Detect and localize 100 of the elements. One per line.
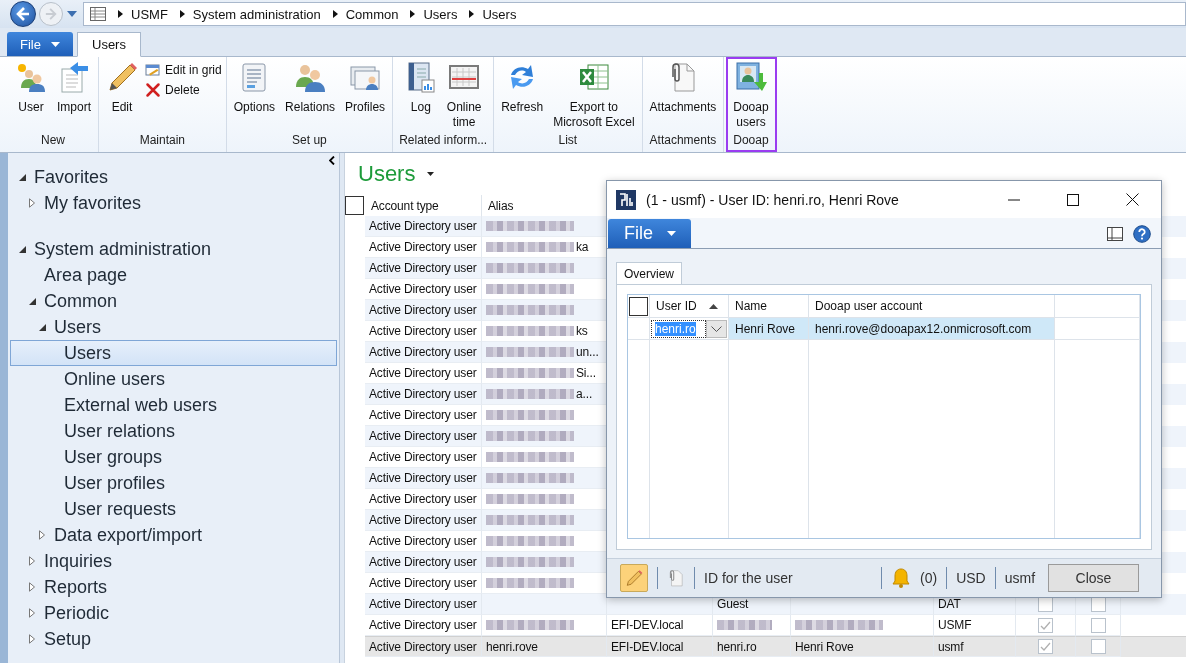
group-label: Set up bbox=[291, 133, 328, 149]
table-cell: Active Directory user bbox=[369, 513, 477, 527]
select-all-checkbox[interactable] bbox=[629, 296, 648, 316]
breadcrumb-link[interactable]: System administration bbox=[192, 6, 321, 22]
group-label: Dooap bbox=[732, 133, 770, 149]
back-button[interactable] bbox=[10, 1, 36, 27]
dropdown-icon[interactable] bbox=[67, 11, 77, 17]
separator-icon bbox=[179, 10, 185, 18]
address-bar[interactable]: USMF System administration Common Users Users bbox=[83, 2, 1186, 26]
tree-item[interactable]: My favorites bbox=[10, 190, 337, 216]
tree-item[interactable]: Common bbox=[10, 288, 337, 314]
ribbon-button[interactable]: Import bbox=[54, 60, 94, 133]
breadcrumb-link[interactable]: Common bbox=[345, 6, 399, 22]
table-cell: Active Directory user bbox=[369, 324, 477, 338]
currency-label: USD bbox=[956, 570, 986, 586]
attachment-icon[interactable] bbox=[667, 567, 685, 589]
tree-item[interactable]: User groups bbox=[10, 444, 337, 470]
table-cell: Si... bbox=[576, 366, 596, 380]
checkbox[interactable] bbox=[1090, 617, 1106, 633]
table-cell: Active Directory user bbox=[369, 639, 477, 654]
group-label: Related inform... bbox=[398, 133, 489, 149]
select-all-checkbox[interactable] bbox=[345, 196, 364, 215]
tree-item[interactable]: External web users bbox=[10, 392, 337, 418]
group-label: Maintain bbox=[138, 133, 187, 149]
close-button[interactable]: Close bbox=[1048, 564, 1139, 592]
selected-row[interactable]: Active Directory user henri.rove EFI-DEV.local henri.ro Henri Rove usmf bbox=[345, 636, 1186, 657]
separator-icon bbox=[118, 10, 123, 18]
table-cell: ks bbox=[576, 324, 588, 338]
table-cell: Active Directory user bbox=[369, 492, 477, 506]
column-header[interactable]: Dooap user account bbox=[815, 299, 923, 313]
table-cell: EFI-DEV.local bbox=[611, 639, 684, 654]
column-header[interactable]: Name bbox=[735, 299, 767, 313]
ribbon-button[interactable]: Export to Microsoft Excel bbox=[550, 60, 638, 133]
file-menu-button[interactable]: File bbox=[608, 219, 691, 248]
ribbon-button[interactable]: Delete bbox=[145, 82, 222, 98]
table-cell: henri.rove@dooapax12.onmicrosoft.com bbox=[815, 321, 1032, 336]
column-header[interactable]: Account type bbox=[371, 198, 439, 213]
tree-item[interactable]: System administration bbox=[10, 236, 337, 262]
ribbon-button[interactable]: Relations bbox=[282, 60, 339, 133]
caret-icon bbox=[711, 325, 722, 332]
tree-item[interactable]: User relations bbox=[10, 418, 337, 444]
ribbon-button[interactable]: Edit in grid bbox=[145, 62, 222, 78]
table-cell: Active Directory user bbox=[369, 555, 477, 569]
left-arrow-icon bbox=[16, 7, 30, 21]
tab[interactable]: Overview bbox=[616, 262, 682, 284]
checkbox[interactable] bbox=[1038, 639, 1053, 654]
delete-icon bbox=[145, 82, 161, 98]
caret-icon[interactable] bbox=[427, 172, 435, 176]
app-icon bbox=[616, 189, 636, 210]
tree-item[interactable]: Favorites bbox=[10, 164, 337, 190]
tree-item[interactable]: Area page bbox=[10, 262, 337, 288]
help-icon[interactable] bbox=[1133, 225, 1151, 243]
notification-count[interactable]: (0) bbox=[920, 570, 938, 586]
tree-item[interactable]: Inquiries bbox=[10, 548, 337, 574]
grid-icon bbox=[90, 7, 106, 21]
ribbon-button[interactable]: User bbox=[12, 60, 50, 133]
ribbon-tab[interactable]: Users bbox=[77, 32, 141, 57]
bell-icon[interactable] bbox=[891, 568, 911, 588]
ribbon-button[interactable]: Dooap users bbox=[730, 60, 772, 133]
column-header[interactable]: User ID bbox=[656, 299, 697, 313]
tree-item[interactable]: Reports bbox=[10, 574, 337, 600]
ribbon-button[interactable]: Log bbox=[401, 60, 440, 133]
breadcrumb-link[interactable]: Users bbox=[423, 6, 458, 22]
tree-item[interactable]: Users bbox=[10, 340, 337, 366]
table-cell: Active Directory user bbox=[369, 219, 477, 233]
table-cell: a... bbox=[576, 387, 593, 401]
breadcrumb-link[interactable]: USMF bbox=[131, 6, 168, 22]
group-label: Attachments bbox=[648, 133, 718, 149]
checkbox[interactable] bbox=[1090, 639, 1106, 654]
table-cell: Active Directory user bbox=[369, 408, 477, 422]
caret-icon bbox=[50, 41, 60, 47]
breadcrumb-link[interactable]: Users bbox=[482, 6, 517, 22]
file-menu-button[interactable]: File bbox=[7, 32, 73, 56]
tree-item[interactable]: Setup bbox=[10, 626, 337, 652]
ribbon-button[interactable]: Refresh bbox=[498, 60, 547, 133]
table-cell: Henri Rove bbox=[735, 321, 796, 336]
table-cell: henri.rove bbox=[486, 639, 538, 654]
table-cell: Active Directory user bbox=[369, 471, 477, 485]
ribbon-button[interactable]: Online time bbox=[443, 60, 485, 133]
dropdown-button[interactable] bbox=[706, 319, 727, 338]
close-icon[interactable] bbox=[1126, 193, 1139, 206]
tree-item[interactable]: Periodic bbox=[10, 600, 337, 626]
tree-item[interactable]: Online users bbox=[10, 366, 337, 392]
tree-item[interactable]: User profiles bbox=[10, 470, 337, 496]
panel-icon[interactable] bbox=[1107, 227, 1123, 241]
collapse-icon[interactable] bbox=[329, 156, 335, 165]
checkbox[interactable] bbox=[1038, 617, 1053, 633]
tree-item[interactable]: User requests bbox=[10, 496, 337, 522]
ribbon-button[interactable]: Attachments bbox=[646, 60, 720, 133]
table-cell: ka bbox=[576, 240, 589, 254]
ribbon-button[interactable]: Edit bbox=[103, 60, 141, 133]
column-header[interactable]: Alias bbox=[488, 198, 514, 213]
pencil-icon bbox=[625, 569, 643, 587]
ribbon-button[interactable]: Options bbox=[230, 60, 279, 133]
table-cell: un... bbox=[576, 345, 599, 359]
right-arrow-icon bbox=[45, 8, 57, 20]
ribbon-button[interactable]: Profiles bbox=[342, 60, 389, 133]
tree-item[interactable]: Users bbox=[10, 314, 337, 340]
tree-item[interactable]: Data export/import bbox=[10, 522, 337, 548]
maximize-icon[interactable] bbox=[1067, 193, 1079, 206]
